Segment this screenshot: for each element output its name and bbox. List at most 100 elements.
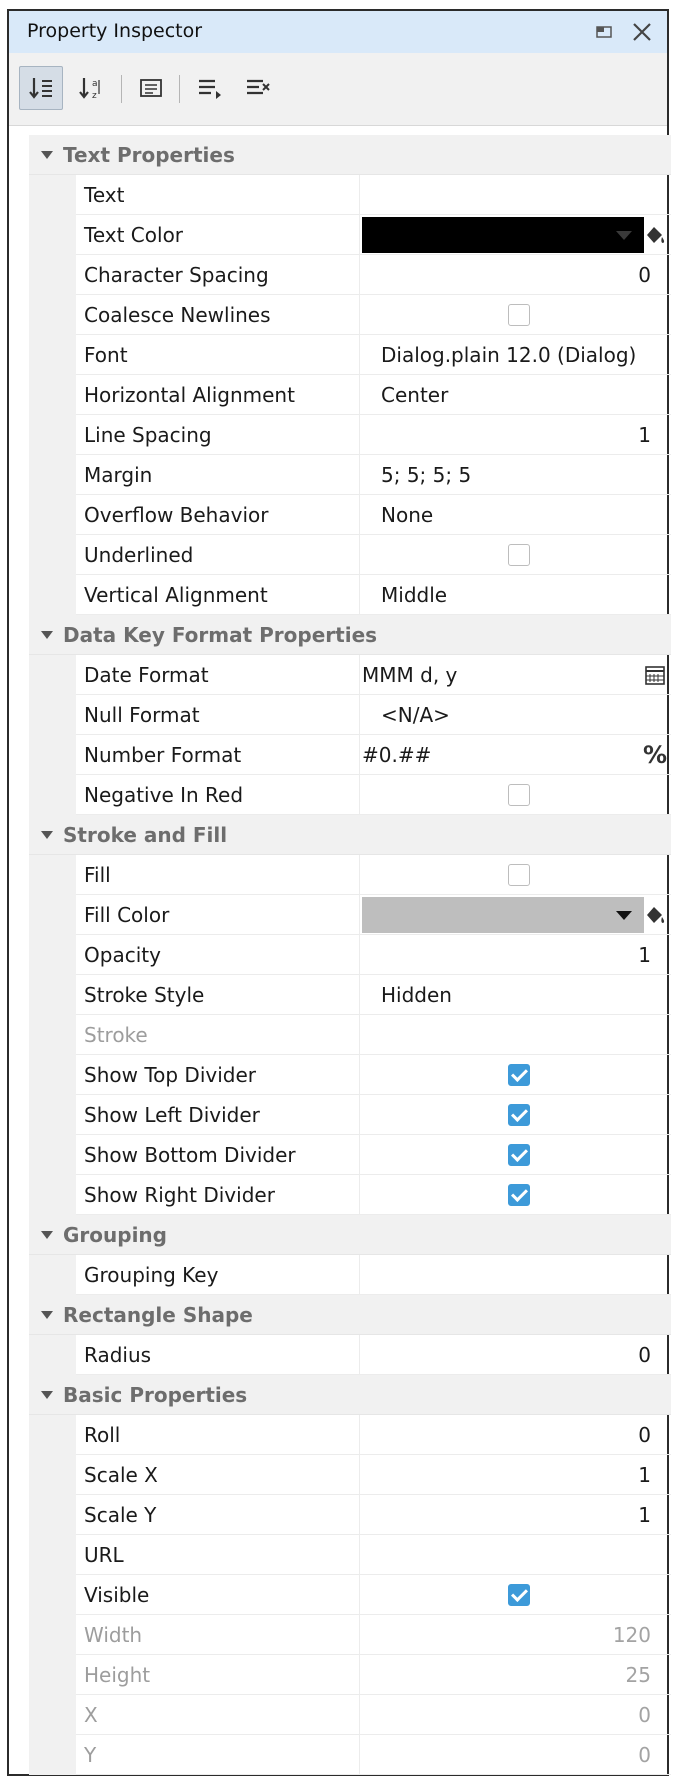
paint-bucket-icon[interactable] <box>642 222 668 248</box>
prop-row-negative-in-red[interactable]: Negative In Red <box>29 775 671 815</box>
prop-value[interactable]: 5; 5; 5; 5 <box>360 455 671 495</box>
prop-value[interactable]: 1 <box>360 1495 671 1535</box>
section-grouping[interactable]: Grouping <box>29 1215 671 1255</box>
prop-value[interactable]: 0 <box>360 1415 671 1455</box>
prop-name: Show Left Divider <box>76 1095 360 1135</box>
expand-triangle-icon[interactable] <box>41 1310 53 1319</box>
prop-row-y: Y 0 <box>29 1735 671 1775</box>
checkbox[interactable] <box>508 1104 530 1126</box>
prop-name: Text Color <box>76 215 360 255</box>
prop-row-url[interactable]: URL <box>29 1535 671 1575</box>
prop-value[interactable] <box>360 215 671 255</box>
prop-row-show-bottom-divider[interactable]: Show Bottom Divider <box>29 1135 671 1175</box>
fill-color-swatch[interactable] <box>362 897 644 933</box>
prop-value[interactable]: <N/A> <box>360 695 671 735</box>
prop-row-fill[interactable]: Fill <box>29 855 671 895</box>
checkbox[interactable] <box>508 544 530 566</box>
checkbox[interactable] <box>508 304 530 326</box>
prop-row-show-top-divider[interactable]: Show Top Divider <box>29 1055 671 1095</box>
window-title: Property Inspector <box>27 20 203 42</box>
prop-value[interactable]: 0 <box>360 1335 671 1375</box>
checkbox[interactable] <box>508 784 530 806</box>
prop-value[interactable]: Center <box>360 375 671 415</box>
prop-name: Show Right Divider <box>76 1175 360 1215</box>
prop-name: Horizontal Alignment <box>76 375 360 415</box>
show-customizers-icon[interactable] <box>129 66 173 110</box>
section-text-properties[interactable]: Text Properties <box>29 135 671 175</box>
prop-row-scale-y[interactable]: Scale Y 1 <box>29 1495 671 1535</box>
prop-row-scale-x[interactable]: Scale X 1 <box>29 1455 671 1495</box>
prop-value[interactable] <box>360 1255 671 1295</box>
prop-value[interactable]: 1 <box>360 935 671 975</box>
prop-row-roll[interactable]: Roll 0 <box>29 1415 671 1455</box>
paint-bucket-icon[interactable] <box>642 902 668 928</box>
sort-alphabetical-icon[interactable]: a z <box>69 66 113 110</box>
close-icon[interactable] <box>629 19 655 45</box>
prop-name: Overflow Behavior <box>76 495 360 535</box>
prop-row-line-spacing[interactable]: Line Spacing 1 <box>29 415 671 455</box>
prop-row-font[interactable]: Font Dialog.plain 12.0 (Dialog) <box>29 335 671 375</box>
prop-name: Scale X <box>76 1455 360 1495</box>
text-color-swatch[interactable] <box>362 217 644 253</box>
prop-row-opacity[interactable]: Opacity 1 <box>29 935 671 975</box>
prop-row-margin[interactable]: Margin 5; 5; 5; 5 <box>29 455 671 495</box>
calendar-icon[interactable] <box>642 662 668 688</box>
prop-value[interactable]: Middle <box>360 575 671 615</box>
prop-row-vertical-alignment[interactable]: Vertical Alignment Middle <box>29 575 671 615</box>
expand-all-icon[interactable] <box>187 66 231 110</box>
prop-value[interactable]: MMM d, y <box>360 655 671 695</box>
section-basic-properties[interactable]: Basic Properties <box>29 1375 671 1415</box>
svg-text:z: z <box>92 91 97 101</box>
prop-value[interactable]: Hidden <box>360 975 671 1015</box>
prop-value[interactable] <box>360 1535 671 1575</box>
section-stroke-and-fill[interactable]: Stroke and Fill <box>29 815 671 855</box>
checkbox[interactable] <box>508 1064 530 1086</box>
prop-row-fill-color[interactable]: Fill Color <box>29 895 671 935</box>
prop-row-stroke-style[interactable]: Stroke Style Hidden <box>29 975 671 1015</box>
prop-value[interactable] <box>360 895 671 935</box>
section-rectangle-shape[interactable]: Rectangle Shape <box>29 1295 671 1335</box>
sort-categorized-icon[interactable] <box>19 66 63 110</box>
dropdown-arrow-icon[interactable] <box>616 231 632 240</box>
collapse-all-icon[interactable] <box>235 66 279 110</box>
section-data-key-format[interactable]: Data Key Format Properties <box>29 615 671 655</box>
prop-value <box>360 1575 671 1615</box>
prop-value: 0 <box>360 1695 671 1735</box>
expand-triangle-icon[interactable] <box>41 1390 53 1399</box>
prop-row-radius[interactable]: Radius 0 <box>29 1335 671 1375</box>
checkbox[interactable] <box>508 1184 530 1206</box>
prop-name: URL <box>76 1535 360 1575</box>
prop-row-text-color[interactable]: Text Color <box>29 215 671 255</box>
prop-row-visible[interactable]: Visible <box>29 1575 671 1615</box>
expand-triangle-icon[interactable] <box>41 150 53 159</box>
expand-triangle-icon[interactable] <box>41 630 53 639</box>
prop-value[interactable] <box>360 175 671 215</box>
prop-row-show-right-divider[interactable]: Show Right Divider <box>29 1175 671 1215</box>
checkbox[interactable] <box>508 1584 530 1606</box>
svg-text:a: a <box>92 79 98 89</box>
prop-row-horizontal-alignment[interactable]: Horizontal Alignment Center <box>29 375 671 415</box>
prop-value[interactable]: None <box>360 495 671 535</box>
prop-row-character-spacing[interactable]: Character Spacing 0 <box>29 255 671 295</box>
prop-value[interactable]: 1 <box>360 415 671 455</box>
prop-row-show-left-divider[interactable]: Show Left Divider <box>29 1095 671 1135</box>
prop-row-grouping-key[interactable]: Grouping Key <box>29 1255 671 1295</box>
prop-row-date-format[interactable]: Date Format MMM d, y <box>29 655 671 695</box>
dropdown-arrow-icon[interactable] <box>616 911 632 920</box>
prop-row-underlined[interactable]: Underlined <box>29 535 671 575</box>
checkbox[interactable] <box>508 864 530 886</box>
prop-row-number-format[interactable]: Number Format #0.## % <box>29 735 671 775</box>
prop-value[interactable]: 1 <box>360 1455 671 1495</box>
prop-row-overflow-behavior[interactable]: Overflow Behavior None <box>29 495 671 535</box>
checkbox[interactable] <box>508 1144 530 1166</box>
prop-value[interactable]: 0 <box>360 255 671 295</box>
prop-row-text[interactable]: Text <box>29 175 671 215</box>
percent-icon[interactable]: % <box>643 741 667 769</box>
restore-icon[interactable] <box>591 19 617 45</box>
expand-triangle-icon[interactable] <box>41 1230 53 1239</box>
prop-value[interactable]: Dialog.plain 12.0 (Dialog) <box>360 335 671 375</box>
prop-row-coalesce-newlines[interactable]: Coalesce Newlines <box>29 295 671 335</box>
prop-row-null-format[interactable]: Null Format <N/A> <box>29 695 671 735</box>
expand-triangle-icon[interactable] <box>41 830 53 839</box>
prop-value[interactable]: #0.## % <box>360 735 671 775</box>
